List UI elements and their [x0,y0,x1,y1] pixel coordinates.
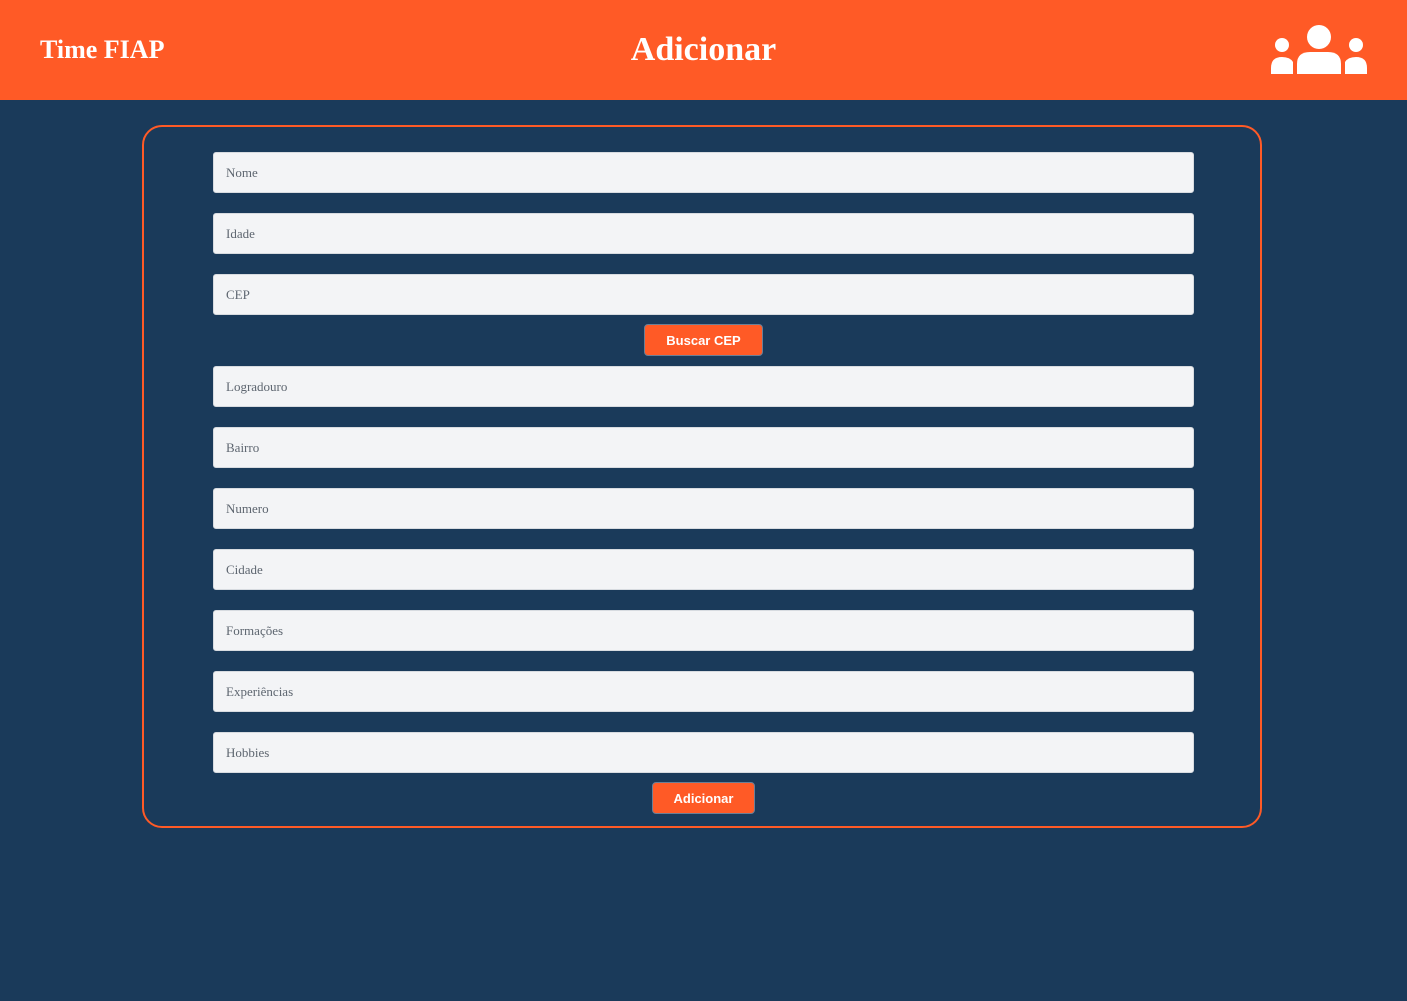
bairro-input[interactable] [213,427,1194,468]
users-group-icon[interactable] [1270,24,1368,76]
app-header: Time FIAP Adicionar [0,0,1407,100]
logradouro-input[interactable] [213,366,1194,407]
numero-input[interactable] [213,488,1194,529]
formacoes-input[interactable] [213,610,1194,651]
cep-input[interactable] [213,274,1194,315]
adicionar-submit-button[interactable]: Adicionar [652,782,755,814]
nome-input[interactable] [213,152,1194,193]
experiencias-input[interactable] [213,671,1194,712]
idade-input[interactable] [213,213,1194,254]
cidade-input[interactable] [213,549,1194,590]
page-title: Adicionar [630,31,777,68]
buscar-cep-button[interactable]: Buscar CEP [644,324,763,356]
hobbies-input[interactable] [213,732,1194,773]
